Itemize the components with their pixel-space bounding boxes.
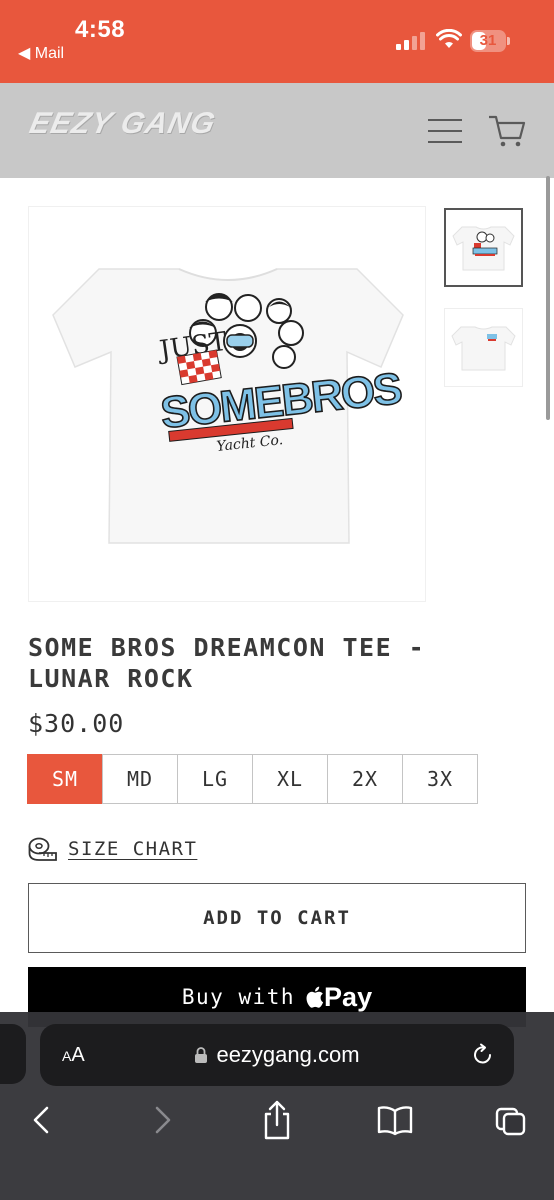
add-to-cart-button[interactable]: ADD TO CART bbox=[28, 883, 526, 953]
page-scrollbar[interactable] bbox=[546, 176, 550, 420]
apple-logo-icon bbox=[306, 986, 324, 1008]
tshirt-back-image: JUST SOMEBROS Yacht Co. bbox=[52, 268, 404, 544]
url-container: eezygang.com bbox=[40, 1024, 514, 1086]
product-thumbnail-front[interactable] bbox=[444, 308, 523, 387]
address-bar[interactable]: AA eezygang.com bbox=[40, 1024, 514, 1086]
cellular-signal-icon bbox=[396, 32, 428, 50]
battery-level: 31 bbox=[479, 32, 497, 49]
reload-icon[interactable] bbox=[470, 1042, 496, 1068]
buy-with-label: Buy with bbox=[181, 985, 296, 1009]
forward-arrow-icon[interactable] bbox=[150, 1098, 174, 1142]
share-icon[interactable] bbox=[260, 1098, 294, 1142]
size-option-lg[interactable]: LG bbox=[177, 754, 253, 804]
size-option-md[interactable]: MD bbox=[102, 754, 178, 804]
product-thumbnail-back[interactable] bbox=[444, 208, 523, 287]
site-header: EEZY GANG bbox=[0, 83, 554, 178]
url-text: eezygang.com bbox=[216, 1042, 360, 1067]
lock-icon bbox=[195, 1047, 208, 1063]
product-main-image[interactable]: JUST SOMEBROS Yacht Co. bbox=[28, 206, 426, 602]
tabs-icon[interactable] bbox=[494, 1098, 528, 1142]
site-logo[interactable]: EEZY GANG bbox=[26, 107, 219, 141]
hamburger-menu-icon[interactable] bbox=[428, 119, 462, 143]
status-time: 4:58 bbox=[75, 16, 126, 43]
back-arrow-icon[interactable] bbox=[30, 1098, 54, 1142]
back-to-mail-link[interactable]: ◀ Mail bbox=[18, 43, 64, 63]
measuring-tape-icon bbox=[28, 837, 57, 861]
product-title: SOME BROS DREAMCON TEE - LUNAR ROCK bbox=[28, 633, 426, 693]
size-option-xl[interactable]: XL bbox=[252, 754, 328, 804]
cart-icon[interactable] bbox=[488, 114, 526, 148]
product-price: $30.00 bbox=[28, 709, 125, 738]
bookmarks-icon[interactable] bbox=[376, 1098, 414, 1142]
battery-icon: 31 bbox=[470, 30, 510, 52]
size-option-3x[interactable]: 3X bbox=[402, 754, 478, 804]
size-selector: SM MD LG XL 2X 3X bbox=[27, 754, 478, 804]
status-bar: 4:58 ◀ Mail 31 bbox=[0, 0, 554, 83]
size-option-sm[interactable]: SM bbox=[27, 754, 103, 804]
previous-tab-peek[interactable] bbox=[0, 1024, 26, 1084]
pay-label: Pay bbox=[324, 981, 373, 1012]
size-chart-label: SIZE CHART bbox=[68, 838, 198, 860]
size-chart-link[interactable]: SIZE CHART bbox=[28, 836, 197, 862]
size-option-2x[interactable]: 2X bbox=[327, 754, 403, 804]
apple-pay-mark: Pay bbox=[305, 982, 372, 1013]
wifi-icon bbox=[436, 29, 462, 48]
